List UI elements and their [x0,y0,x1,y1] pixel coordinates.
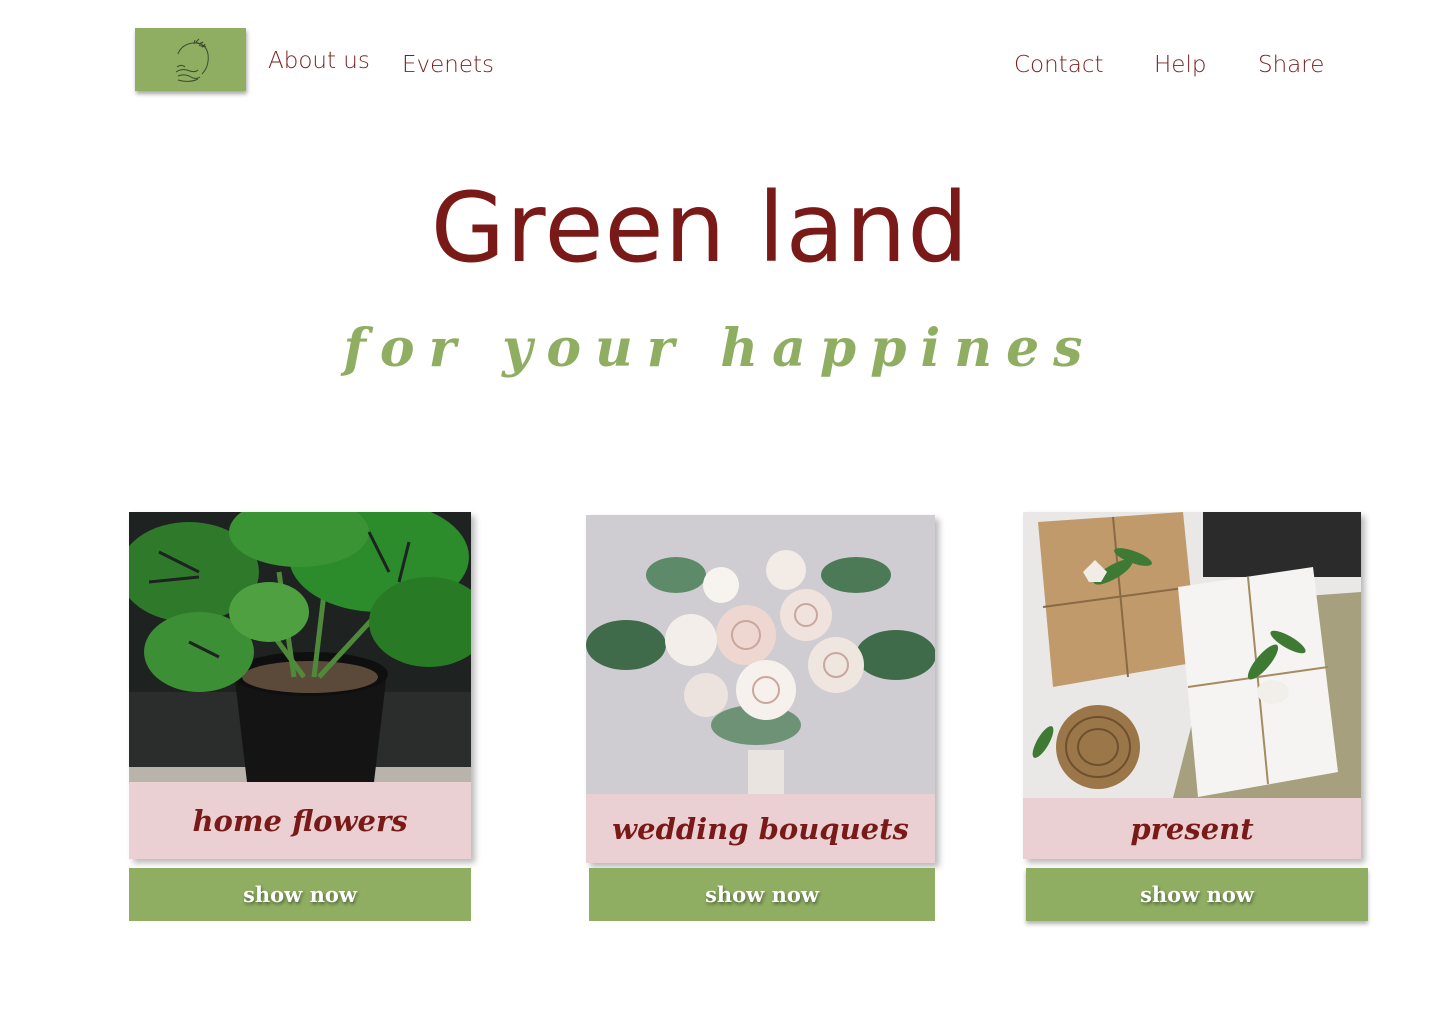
nav-contact[interactable]: Contact [1014,52,1103,78]
product-card-wedding-bouquets[interactable]: wedding bouquets [586,515,935,863]
nav-help[interactable]: Help [1154,52,1206,78]
product-card-present[interactable]: present [1023,512,1361,859]
hero-title: Green land [430,172,970,284]
show-now-button[interactable]: show now [1026,868,1368,921]
nav-about-us[interactable]: About us [268,48,370,74]
product-caption: home flowers [129,782,471,859]
monstera-plant-photo [129,512,471,782]
nav-share[interactable]: Share [1258,52,1324,78]
product-caption: wedding bouquets [586,794,935,863]
wrapped-gifts-photo [1023,512,1361,798]
show-now-button[interactable]: show now [129,868,471,921]
hero-tagline: for your happines [343,318,1097,379]
nav-events[interactable]: Evenets [402,52,494,78]
product-caption: present [1023,798,1361,859]
leaf-wreath-hands-icon [175,38,209,82]
show-now-button[interactable]: show now [589,868,935,921]
product-card-home-flowers[interactable]: home flowers [129,512,471,859]
wedding-bouquet-photo [586,515,935,794]
logo[interactable] [135,28,246,91]
